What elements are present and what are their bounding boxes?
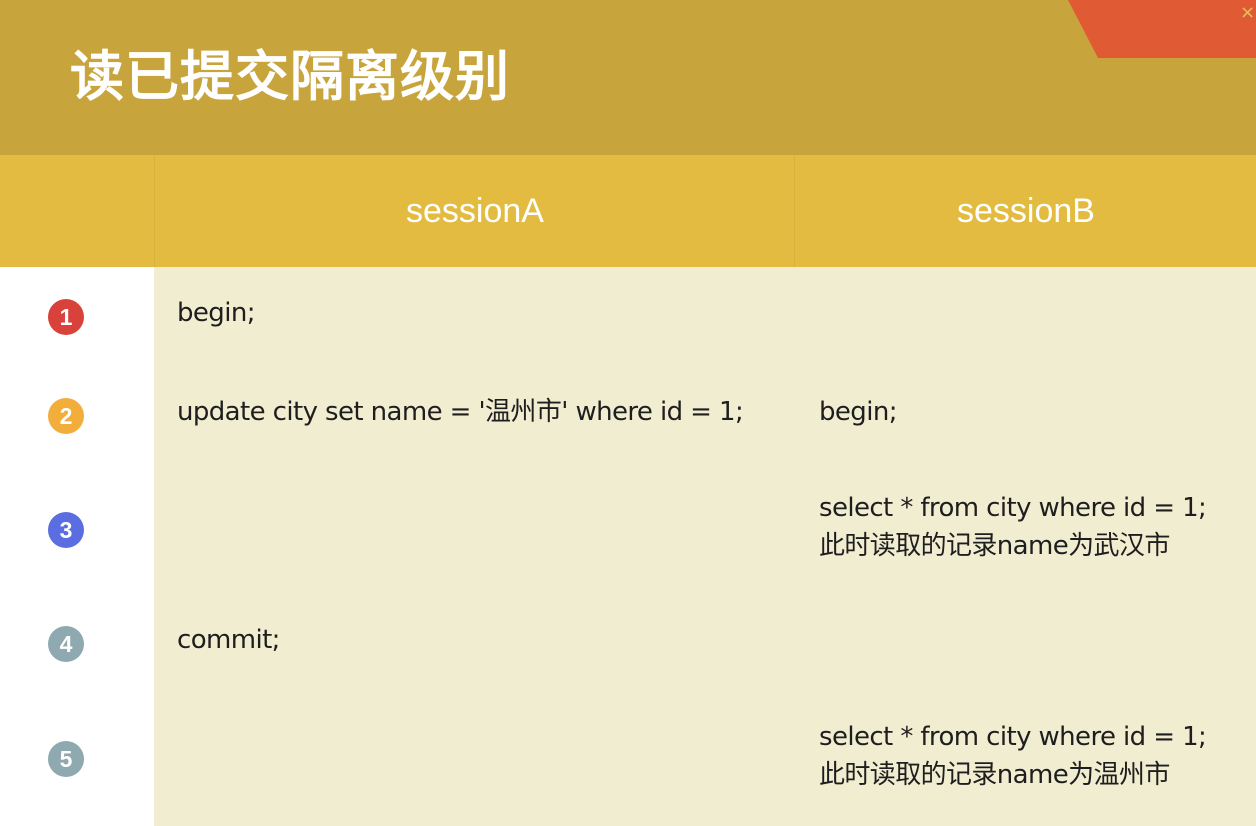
session-b-note: 此时读取的记录name为温州市 bbox=[819, 760, 1170, 790]
step-badge: 2 bbox=[48, 398, 84, 434]
column-header-session-a-label: sessionA bbox=[406, 192, 544, 230]
step-badge: 1 bbox=[48, 299, 84, 335]
corner-accent bbox=[1068, 0, 1256, 58]
session-b-note: 此时读取的记录name为武汉市 bbox=[819, 531, 1170, 561]
session-b-statement: select * from city where id = 1; bbox=[819, 493, 1207, 523]
session-b-statement: begin; bbox=[819, 397, 897, 427]
column-header-session-b: sessionB bbox=[794, 155, 1256, 267]
title-bar: 读已提交隔离级别 bbox=[0, 0, 1256, 155]
session-a-statement: commit; bbox=[177, 625, 280, 655]
session-b-statement: select * from city where id = 1; bbox=[819, 722, 1207, 752]
step-badge: 3 bbox=[48, 512, 84, 548]
session-a-statement: update city set name = '温州市' where id = … bbox=[177, 397, 744, 427]
step-badge: 4 bbox=[48, 626, 84, 662]
session-a-statement: begin; bbox=[177, 298, 255, 328]
column-header-session-a: sessionA bbox=[154, 155, 795, 267]
step-badge: 5 bbox=[48, 741, 84, 777]
column-header-step bbox=[0, 155, 154, 267]
step-number-column bbox=[0, 267, 154, 826]
close-icon[interactable]: × bbox=[1240, 3, 1255, 23]
column-header-session-b-label: sessionB bbox=[957, 192, 1095, 230]
page-title: 读已提交隔离级别 bbox=[70, 45, 510, 108]
